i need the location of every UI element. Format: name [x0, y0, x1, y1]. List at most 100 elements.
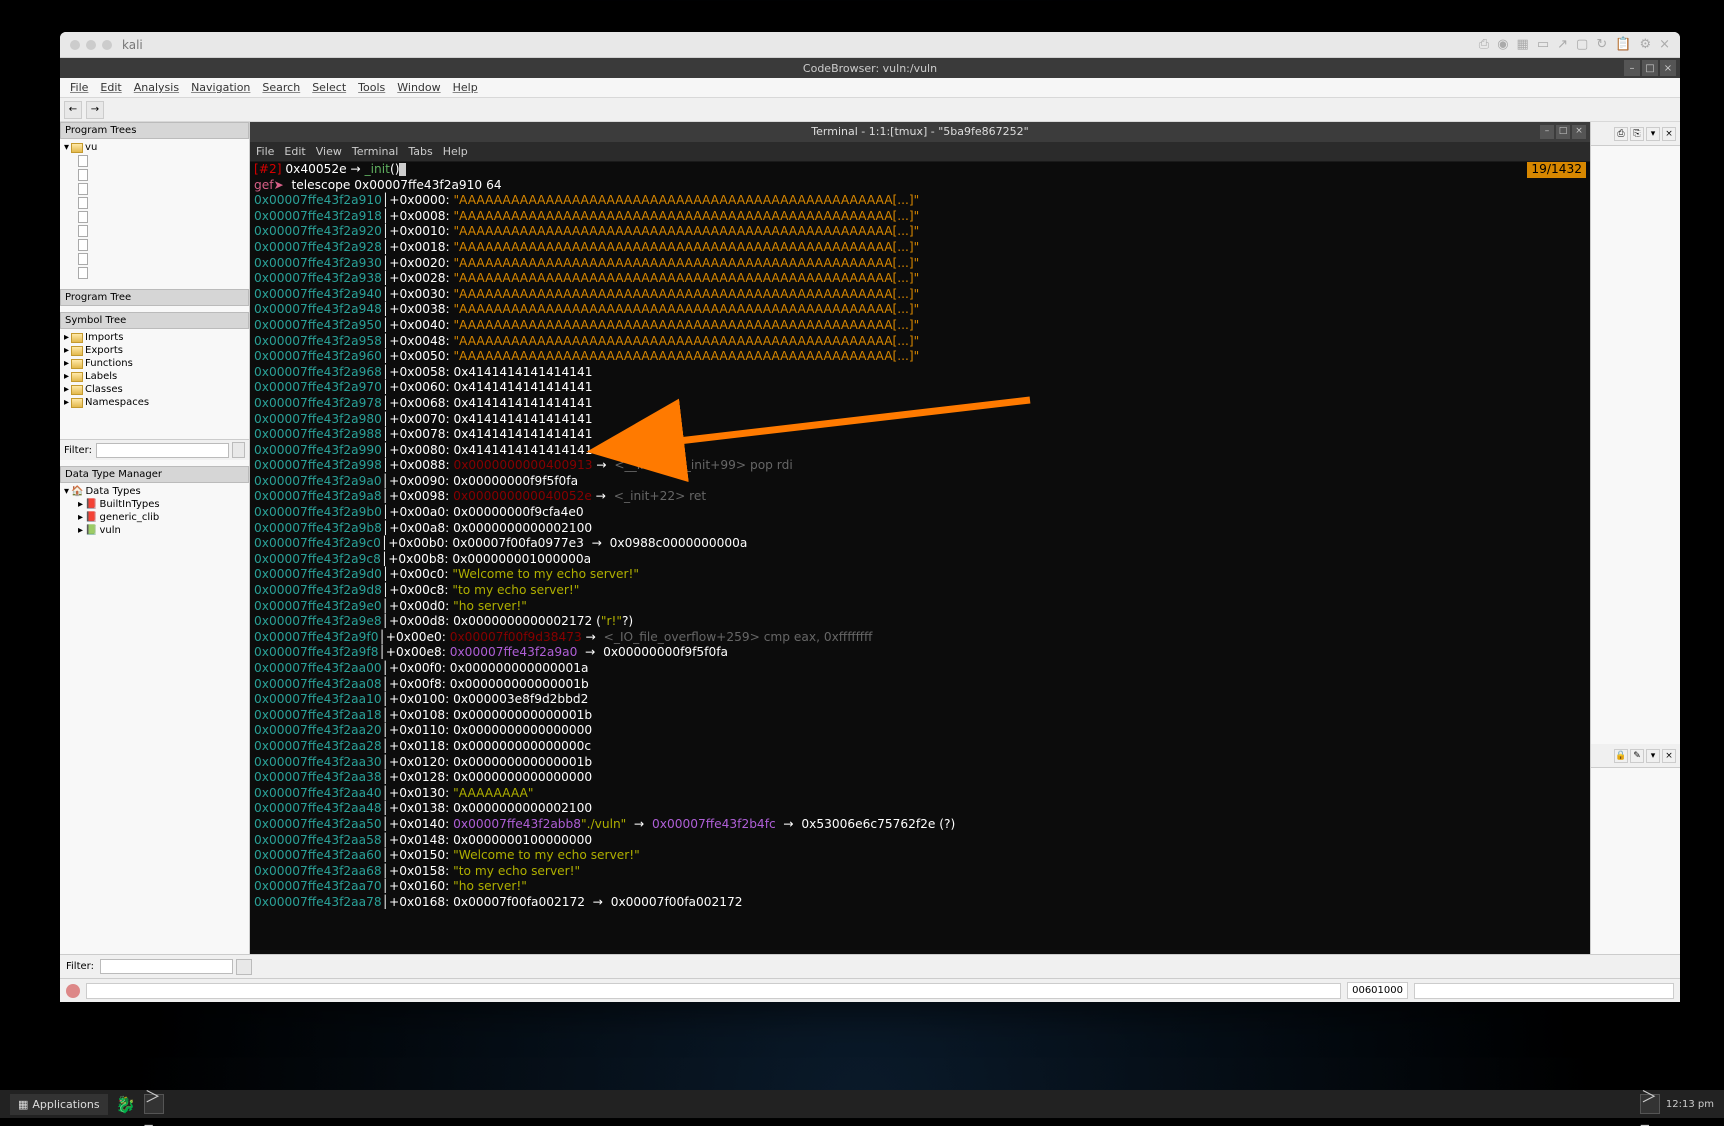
data-types-header[interactable]: Data Type Manager — [60, 466, 249, 483]
kali-dragon-icon[interactable]: 🐉 — [116, 1094, 136, 1114]
share-icon[interactable]: ↗ — [1557, 37, 1568, 52]
program-tree[interactable]: ▾vu — [60, 139, 249, 289]
filter-label: Filter: — [66, 961, 94, 972]
symbol-tree-header[interactable]: Symbol Tree — [60, 312, 249, 329]
menu-edit[interactable]: Edit — [94, 79, 127, 96]
settings-icon[interactable]: ⚙ — [1639, 37, 1651, 52]
menu-navigation[interactable]: Navigation — [185, 79, 256, 96]
telescope-row: 0x00007ffe43f2a928│+0x0018: "AAAAAAAAAAA… — [254, 240, 1586, 256]
close-icon[interactable]: × — [1662, 127, 1676, 141]
close-icon[interactable]: × — [1572, 125, 1586, 139]
telescope-row: 0x00007ffe43f2a930│+0x0020: "AAAAAAAAAAA… — [254, 256, 1586, 272]
book-icon: 📕 — [85, 499, 97, 510]
close-icon[interactable]: × — [1659, 37, 1670, 52]
reload-icon[interactable]: ↻ — [1596, 37, 1607, 52]
telescope-row: 0x00007ffe43f2aa70│+0x0160: "ho server!" — [254, 879, 1586, 895]
telescope-row: 0x00007ffe43f2a9d0│+0x00c0: "Welcome to … — [254, 567, 1586, 583]
copy-icon[interactable]: ⎘ — [1630, 127, 1644, 141]
zoom-dot[interactable] — [102, 40, 112, 50]
term-menu-edit[interactable]: Edit — [284, 144, 305, 160]
ghidra-menubar[interactable]: File Edit Analysis Navigation Search Sel… — [60, 78, 1680, 98]
menu-help[interactable]: Help — [447, 79, 484, 96]
applications-button[interactable]: ▦ Applications — [10, 1094, 108, 1115]
folder-icon — [71, 143, 83, 153]
status-icon — [66, 984, 80, 998]
display-icon[interactable]: ▭ — [1537, 37, 1549, 52]
menu-select[interactable]: Select — [306, 79, 352, 96]
eye-icon[interactable]: ◉ — [1497, 37, 1508, 52]
xfce-taskbar[interactable]: ▦ Applications 🐉 ＞_ ＞_ 12:13 pm — [0, 1090, 1724, 1118]
telescope-row: 0x00007ffe43f2aa58│+0x0148: 0x0000000100… — [254, 833, 1586, 849]
gef-cmd-line: gef➤ telescope 0x00007ffe43f2a910 64 — [254, 178, 1586, 194]
menu-icon[interactable]: ▾ — [1646, 749, 1660, 763]
close-icon[interactable]: × — [1660, 60, 1676, 76]
term-menu-file[interactable]: File — [256, 144, 274, 160]
taskbar-clock: 12:13 pm — [1666, 1099, 1714, 1110]
maximize-icon[interactable]: □ — [1556, 125, 1570, 139]
term-menu-help[interactable]: Help — [443, 144, 468, 160]
telescope-row: 0x00007ffe43f2a940│+0x0030: "AAAAAAAAAAA… — [254, 287, 1586, 303]
program-tree-tab[interactable]: Program Tree — [60, 289, 249, 306]
file-icon — [78, 169, 88, 181]
right-panel-toolbar2[interactable]: 🔒 ✎ ▾ × — [1591, 744, 1680, 768]
terminal-window: Terminal - 1:1:[tmux] - "5ba9fe867252" –… — [250, 122, 1590, 978]
folder-icon — [71, 346, 83, 356]
minimize-dot[interactable] — [86, 40, 96, 50]
ghidra-titlebar[interactable]: CodeBrowser: vuln:/vuln – □ × — [60, 58, 1680, 78]
term-menu-view[interactable]: View — [316, 144, 342, 160]
maximize-icon[interactable]: □ — [1642, 60, 1658, 76]
terminal-title: Terminal - 1:1:[tmux] - "5ba9fe867252" — [811, 124, 1028, 140]
folder-icon — [71, 385, 83, 395]
menu-analysis[interactable]: Analysis — [128, 79, 185, 96]
minimize-icon[interactable]: – — [1540, 125, 1554, 139]
mac-window-controls[interactable] — [70, 40, 112, 50]
terminal-icon[interactable]: ＞_ — [144, 1094, 164, 1114]
term-menu-tabs[interactable]: Tabs — [408, 144, 432, 160]
data-types-tree[interactable]: ▾🏠Data Types ▸📕BuiltInTypes ▸📕generic_cl… — [60, 483, 249, 957]
file-icon — [78, 183, 88, 195]
minimize-icon[interactable]: – — [1624, 60, 1640, 76]
mac-titlebar[interactable]: kali ⎙ ◉ ▦ ▭ ↗ ▢ ↻ 📋 ⚙ × — [60, 32, 1680, 58]
telescope-row: 0x00007ffe43f2aa20│+0x0110: 0x0000000000… — [254, 723, 1586, 739]
symbol-tree[interactable]: ▸Imports ▸Exports ▸Functions ▸Labels ▸Cl… — [60, 329, 249, 439]
telescope-row: 0x00007ffe43f2aa68│+0x0158: "to my echo … — [254, 864, 1586, 880]
terminal-menubar[interactable]: File Edit View Terminal Tabs Help — [250, 142, 1590, 162]
scroll-counter: 19/1432 — [1527, 162, 1586, 178]
view-icon[interactable]: ▢ — [1576, 37, 1588, 52]
status-address: 00601000 — [1347, 982, 1408, 999]
terminal-window-controls[interactable]: – □ × — [1540, 125, 1586, 139]
lock-icon[interactable]: 🔒 — [1614, 749, 1628, 763]
symbol-filter-input[interactable] — [96, 443, 229, 458]
terminal-content[interactable]: [#2] 0x40052e → _init()19/1432 gef➤ tele… — [250, 162, 1590, 978]
menu-search[interactable]: Search — [256, 79, 306, 96]
filter-button[interactable] — [232, 442, 245, 458]
camera-icon[interactable]: ⎙ — [1479, 37, 1489, 52]
telescope-row: 0x00007ffe43f2aa78│+0x0168: 0x00007f00fa… — [254, 895, 1586, 911]
forward-icon[interactable]: → — [86, 101, 104, 119]
right-panel-toolbar[interactable]: ⎙ ⎘ ▾ × — [1591, 122, 1680, 146]
menu-icon[interactable]: ▾ — [1646, 127, 1660, 141]
menu-window[interactable]: Window — [391, 79, 446, 96]
terminal-titlebar[interactable]: Terminal - 1:1:[tmux] - "5ba9fe867252" –… — [250, 122, 1590, 142]
file-icon — [78, 225, 88, 237]
clipboard-icon[interactable]: 📋 — [1615, 37, 1631, 52]
term-menu-terminal[interactable]: Terminal — [352, 144, 399, 160]
ghidra-window-controls[interactable]: – □ × — [1624, 60, 1676, 76]
ghidra-toolbar[interactable]: ← → — [60, 98, 1680, 122]
terminal-tray-icon[interactable]: ＞_ — [1640, 1094, 1660, 1114]
menu-file[interactable]: File — [64, 79, 94, 96]
filter-button[interactable] — [236, 959, 252, 975]
grid-icon[interactable]: ▦ — [1517, 37, 1529, 52]
snapshot-icon[interactable]: ⎙ — [1614, 127, 1628, 141]
bottom-filter-input[interactable] — [100, 959, 233, 974]
menu-tools[interactable]: Tools — [352, 79, 391, 96]
program-trees-header[interactable]: Program Trees — [60, 122, 249, 139]
back-icon[interactable]: ← — [64, 101, 82, 119]
tree-label: vu — [85, 142, 97, 153]
close-icon[interactable]: × — [1662, 749, 1676, 763]
close-dot[interactable] — [70, 40, 80, 50]
edit-icon[interactable]: ✎ — [1630, 749, 1644, 763]
telescope-row: 0x00007ffe43f2a9e8│+0x00d8: 0x0000000000… — [254, 614, 1586, 630]
ghidra-center: Terminal - 1:1:[tmux] - "5ba9fe867252" –… — [250, 122, 1590, 978]
telescope-row: 0x00007ffe43f2a980│+0x0070: 0x4141414141… — [254, 412, 1586, 428]
